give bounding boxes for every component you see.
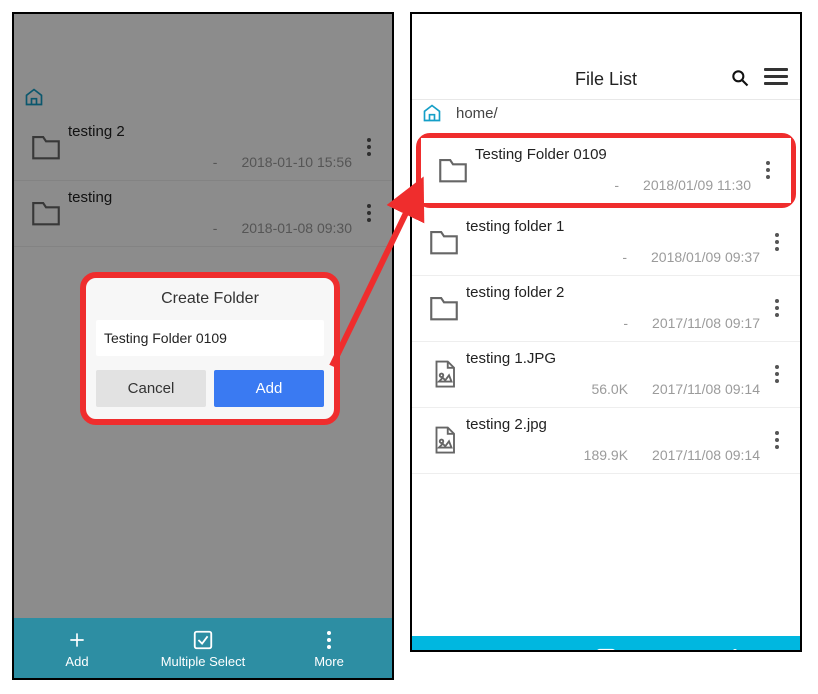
more-vertical-icon xyxy=(775,365,779,383)
breadcrumb-home-left[interactable] xyxy=(14,84,392,115)
menu-icon[interactable] xyxy=(764,68,788,85)
checkbox-icon xyxy=(595,647,617,653)
file-date: 2017/11/08 09:17 xyxy=(652,315,760,331)
screenshot-left: testing 2 - 2018-01-10 15:56 testing - 2… xyxy=(12,12,394,680)
file-size: - xyxy=(623,315,628,331)
dialog-title: Create Folder xyxy=(96,290,324,308)
breadcrumb[interactable]: home/ xyxy=(412,100,800,131)
file-size: - xyxy=(213,154,218,170)
file-size: - xyxy=(614,177,619,193)
list-item[interactable]: testing 2.jpg 189.9K 2017/11/08 09:14 xyxy=(412,408,800,474)
more-options-button[interactable] xyxy=(751,161,785,179)
toolbar-more-label: More xyxy=(314,654,344,669)
file-size: 189.9K xyxy=(584,447,628,463)
header: File List xyxy=(412,60,800,100)
toolbar-more-button[interactable]: More xyxy=(671,636,800,652)
image-file-icon xyxy=(429,425,459,455)
file-name: testing folder 2 xyxy=(466,284,760,301)
toolbar-more-button[interactable]: More xyxy=(266,618,392,678)
more-options-button[interactable] xyxy=(760,365,794,383)
list-item[interactable]: testing folder 2 - 2017/11/08 09:17 xyxy=(412,276,800,342)
toolbar-multi-select-button[interactable]: Multiple Select xyxy=(541,636,670,652)
list-item[interactable]: testing 1.JPG 56.0K 2017/11/08 09:14 xyxy=(412,342,800,408)
toolbar-add-button[interactable]: Add xyxy=(412,636,541,652)
callout-highlight: Testing Folder 0109 - 2018/01/09 11:30 xyxy=(416,133,796,208)
folder-icon xyxy=(29,130,63,164)
page-title: File List xyxy=(575,69,637,90)
more-options-button[interactable] xyxy=(760,299,794,317)
bottom-toolbar: Add Multiple Select More xyxy=(412,636,800,652)
list-item[interactable]: Testing Folder 0109 - 2018/01/09 11:30 xyxy=(421,138,791,203)
file-name: testing 2.jpg xyxy=(466,416,760,433)
file-name: testing 1.JPG xyxy=(466,350,760,367)
file-size: - xyxy=(622,249,627,265)
image-file-icon xyxy=(429,359,459,389)
folder-name-input[interactable] xyxy=(96,320,324,356)
toolbar-multi-select-button[interactable]: Multiple Select xyxy=(140,618,266,678)
toolbar-multi-label: Multiple Select xyxy=(161,654,246,669)
file-date: 2017/11/08 09:14 xyxy=(652,447,760,463)
bottom-toolbar: Add Multiple Select More xyxy=(14,618,392,678)
plus-icon xyxy=(467,648,487,653)
list-item[interactable]: testing 2 - 2018-01-10 15:56 xyxy=(14,115,392,181)
breadcrumb-path: home/ xyxy=(456,105,498,122)
home-icon xyxy=(422,103,442,123)
more-vertical-icon xyxy=(775,233,779,251)
checkbox-icon xyxy=(192,629,214,651)
file-date: 2018/01/09 09:37 xyxy=(651,249,760,265)
more-vertical-icon xyxy=(766,161,770,179)
file-name: Testing Folder 0109 xyxy=(475,146,751,163)
folder-icon xyxy=(436,153,470,187)
file-date: 2018/01/09 11:30 xyxy=(643,177,751,193)
file-name: testing 2 xyxy=(68,123,352,140)
more-vertical-icon xyxy=(327,631,331,649)
more-vertical-icon xyxy=(367,138,371,156)
search-icon[interactable] xyxy=(730,68,750,88)
file-date: 2018-01-08 09:30 xyxy=(241,220,352,236)
list-item[interactable]: testing - 2018-01-08 09:30 xyxy=(14,181,392,247)
plus-icon xyxy=(67,630,87,650)
more-options-button[interactable] xyxy=(352,138,386,156)
toolbar-add-label: Add xyxy=(65,654,88,669)
create-folder-dialog: Create Folder Cancel Add xyxy=(80,272,340,425)
more-options-button[interactable] xyxy=(760,431,794,449)
home-icon xyxy=(24,87,44,107)
file-name: testing folder 1 xyxy=(466,218,760,235)
more-vertical-icon xyxy=(733,649,737,653)
more-vertical-icon xyxy=(367,204,371,222)
add-button[interactable]: Add xyxy=(214,370,324,407)
toolbar-add-button[interactable]: Add xyxy=(14,618,140,678)
screenshot-right: File List home/ Testing Folder 0109 - 20… xyxy=(410,12,802,652)
file-size: - xyxy=(213,220,218,236)
list-item[interactable]: testing folder 1 - 2018/01/09 09:37 xyxy=(412,210,800,276)
file-date: 2017/11/08 09:14 xyxy=(652,381,760,397)
more-vertical-icon xyxy=(775,431,779,449)
folder-icon xyxy=(427,291,461,325)
file-size: 56.0K xyxy=(591,381,628,397)
more-vertical-icon xyxy=(775,299,779,317)
folder-icon xyxy=(29,196,63,230)
folder-icon xyxy=(427,225,461,259)
more-options-button[interactable] xyxy=(352,204,386,222)
file-date: 2018-01-10 15:56 xyxy=(241,154,352,170)
more-options-button[interactable] xyxy=(760,233,794,251)
cancel-button[interactable]: Cancel xyxy=(96,370,206,407)
file-name: testing xyxy=(68,189,352,206)
